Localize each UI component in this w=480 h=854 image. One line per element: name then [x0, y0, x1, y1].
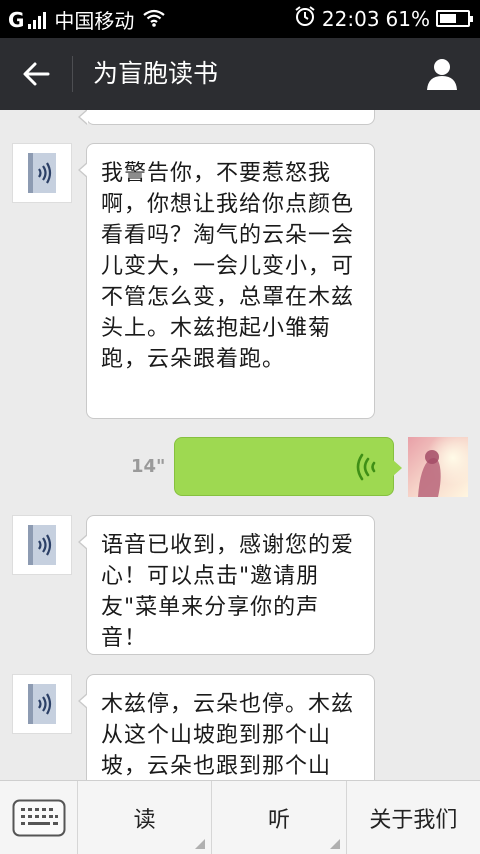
battery-icon: [436, 10, 473, 27]
user-avatar[interactable]: [408, 437, 468, 497]
bot-avatar[interactable]: [12, 674, 72, 734]
clock: 22:03: [321, 6, 380, 31]
submenu-indicator-icon: [329, 839, 340, 849]
message-bubble[interactable]: 语音已收到，感谢您的爱心！可以点击"邀请朋友"菜单来分享你的声音！: [78, 515, 375, 655]
alarm-icon: [294, 5, 316, 32]
status-left: G 中国移动: [8, 5, 166, 34]
menu-listen[interactable]: 听: [212, 781, 347, 854]
message-bubble[interactable]: 木兹停，云朵也停。木兹从这个山坡跑到那个山坡，云朵也跟到那个山坡。木兹气坏了，他: [78, 674, 375, 780]
previous-message-bubble: [78, 110, 375, 125]
menu-read[interactable]: 读: [78, 781, 213, 854]
menu-about-us[interactable]: 关于我们: [347, 781, 480, 854]
bottom-menu-bar: 读 听 关于我们: [0, 780, 480, 854]
message-text: 我警告你，不要惹怒我啊，你想让我给你点颜色看看吗？淘气的云朵一会儿变大，一会儿变…: [101, 161, 355, 372]
carrier-name: 中国移动: [54, 9, 135, 33]
profile-button[interactable]: [422, 54, 462, 94]
person-icon: [427, 59, 457, 90]
status-bar: G 中国移动 22:03 61%: [0, 0, 480, 38]
menu-about-label: 关于我们: [369, 808, 458, 833]
bot-avatar[interactable]: [12, 515, 72, 575]
book-speaker-icon: [28, 684, 56, 724]
chat-area[interactable]: 我警告你，不要惹怒我啊，你想让我给你点颜色看看吗？淘气的云朵一会儿变大，一会儿变…: [0, 110, 480, 780]
back-button[interactable]: [0, 38, 72, 110]
status-right: 22:03 61%: [294, 5, 473, 32]
header-divider: [72, 56, 73, 92]
page-title: 为盲胞读书: [93, 59, 219, 88]
keyboard-icon: [12, 799, 65, 837]
message-text: 木兹停，云朵也停。木兹从这个山坡跑到那个山坡，云朵也跟到那个山坡。木兹气坏了，他: [101, 692, 355, 779]
app-header: 为盲胞读书: [0, 38, 480, 110]
battery-percent: 61%: [385, 6, 430, 31]
message-text: 语音已收到，感谢您的爱心！可以点击"邀请朋友"菜单来分享你的声音！: [101, 533, 355, 651]
message-bubble[interactable]: 我警告你，不要惹怒我啊，你想让我给你点颜色看看吗？淘气的云朵一会儿变大，一会儿变…: [78, 143, 375, 419]
book-speaker-icon: [28, 525, 56, 565]
network-type: G: [8, 7, 25, 32]
user-photo: [408, 437, 468, 497]
signal-icon: [28, 11, 47, 29]
back-arrow-icon: [23, 62, 50, 86]
voice-message-bubble[interactable]: [174, 437, 402, 496]
book-speaker-icon: [28, 153, 56, 193]
submenu-indicator-icon: [195, 839, 206, 849]
menu-listen-label: 听: [267, 808, 290, 833]
keyboard-toggle-button[interactable]: [0, 781, 78, 854]
wifi-icon: [142, 8, 166, 32]
bot-avatar[interactable]: [12, 143, 72, 203]
voice-duration: 14": [131, 456, 166, 477]
voice-wave-icon: [356, 453, 376, 481]
menu-read-label: 读: [133, 808, 156, 833]
